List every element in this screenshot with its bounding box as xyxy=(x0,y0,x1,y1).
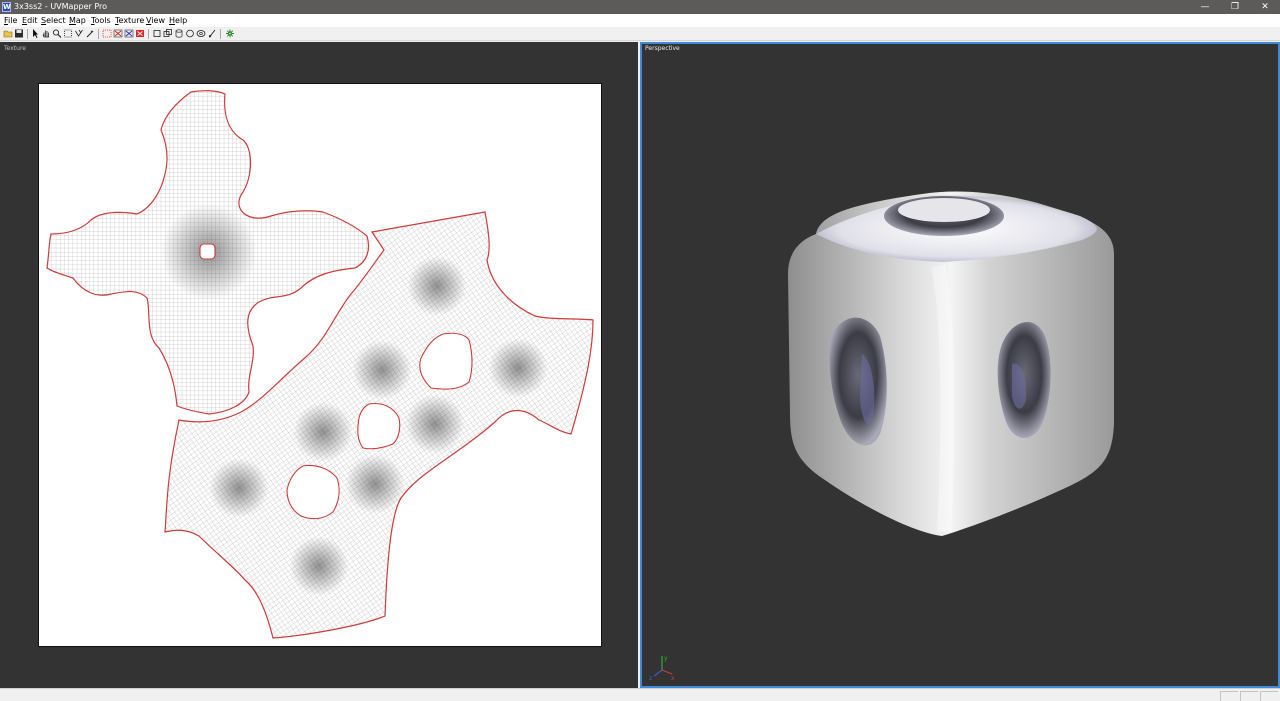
uv-hole xyxy=(357,402,401,450)
select-arrow-button[interactable] xyxy=(30,28,40,39)
open-icon xyxy=(3,30,13,38)
mesh-pole xyxy=(345,454,405,514)
title-bar: W 3x3ss2 - UVMapper Pro — ❐ ✕ xyxy=(0,0,1280,14)
mesh-pole xyxy=(352,340,412,400)
menu-tools-label: ools xyxy=(94,16,111,25)
texture-panel-label: Texture xyxy=(4,45,26,52)
torus-map-button[interactable] xyxy=(196,28,206,39)
status-cell xyxy=(1260,691,1278,701)
texture-panel[interactable]: Texture xyxy=(0,42,638,688)
planar-map-button[interactable] xyxy=(152,28,162,39)
toolbar-separator xyxy=(220,29,221,39)
zoom-icon xyxy=(52,29,62,38)
menu-tools[interactable]: Tools xyxy=(91,15,111,26)
rect-select-icon xyxy=(64,29,72,38)
pan-button[interactable] xyxy=(41,28,51,39)
minimize-button[interactable]: — xyxy=(1190,0,1220,14)
copy-icon xyxy=(163,29,172,37)
menu-edit[interactable]: Edit xyxy=(22,15,38,26)
mesh-pole xyxy=(289,536,349,596)
mesh-pole xyxy=(405,394,465,454)
cylinder-icon xyxy=(175,29,183,38)
menu-select-label: elect xyxy=(46,16,66,25)
menu-map-label: ap xyxy=(75,16,86,25)
marquee-icon xyxy=(102,29,112,38)
sphere-icon xyxy=(186,29,194,38)
menu-map[interactable]: Map xyxy=(69,15,86,26)
magic-wand-button[interactable] xyxy=(85,28,95,39)
menu-texture[interactable]: Texture xyxy=(115,15,144,26)
axis-label-z: z xyxy=(649,675,652,682)
menu-file[interactable]: File xyxy=(4,15,17,26)
3d-model-view[interactable] xyxy=(762,174,1142,554)
marquee-button[interactable] xyxy=(102,28,112,39)
mesh-pole xyxy=(407,256,467,316)
mesh-pole xyxy=(488,338,548,398)
axis-gizmo: y x z xyxy=(649,655,675,682)
open-button[interactable] xyxy=(3,28,13,39)
paint-button[interactable] xyxy=(207,28,217,39)
toolbar-separator xyxy=(27,29,28,39)
menu-edit-label: dit xyxy=(27,16,38,25)
status-cell xyxy=(1220,691,1238,701)
settings-icon xyxy=(226,29,234,38)
menu-help-label: elp xyxy=(175,16,188,25)
hand-icon xyxy=(42,30,49,38)
delete-icon xyxy=(136,30,144,37)
z-axis-line xyxy=(653,669,663,677)
menu-file-label: ile xyxy=(8,16,18,25)
save-icon xyxy=(15,29,23,38)
menu-select[interactable]: Select xyxy=(41,15,66,26)
uv-hole xyxy=(286,464,340,520)
mesh-pole xyxy=(293,402,353,462)
menu-view[interactable]: View xyxy=(146,15,165,26)
app-icon: W xyxy=(2,2,11,12)
brush-icon xyxy=(208,29,216,38)
menu-texture-label: exture xyxy=(118,16,145,25)
delete-button[interactable] xyxy=(135,28,145,39)
deselect-button[interactable] xyxy=(113,28,123,39)
lasso-button[interactable] xyxy=(74,28,84,39)
close-button[interactable]: ✕ xyxy=(1250,0,1280,14)
menu-help[interactable]: Help xyxy=(169,15,187,26)
uv-texture-canvas[interactable] xyxy=(38,83,602,647)
axis-label-x: x xyxy=(671,675,675,682)
torus-icon xyxy=(196,30,206,37)
toolbar-separator xyxy=(148,29,149,39)
x-axis-line xyxy=(661,669,673,675)
status-bar xyxy=(0,688,1280,701)
invert-icon xyxy=(124,29,134,38)
toolbar-separator xyxy=(98,29,99,39)
menu-view-label: iew xyxy=(151,16,165,25)
uv-hole xyxy=(199,243,216,260)
axis-label-y: y xyxy=(664,655,668,662)
deselect-icon xyxy=(113,29,123,38)
perspective-panel-label: Perspective xyxy=(645,45,680,52)
arrow-icon xyxy=(33,29,38,38)
cylinder-map-button[interactable] xyxy=(174,28,184,39)
status-cell xyxy=(1240,691,1258,701)
perspective-panel[interactable]: Perspective y x z xyxy=(640,42,1280,688)
uv-map-svg xyxy=(46,90,594,639)
toolbar xyxy=(0,27,1280,41)
rect-select-button[interactable] xyxy=(63,28,73,39)
square-icon xyxy=(153,30,161,37)
menu-map-hotkey: M xyxy=(69,16,76,25)
magic-wand-icon xyxy=(86,30,94,38)
top-hole-inner xyxy=(898,198,990,222)
menu-bar: File Edit Select Map Tools Texture View … xyxy=(0,14,1280,27)
window-title: 3x3ss2 - UVMapper Pro xyxy=(14,2,108,11)
app-window: W 3x3ss2 - UVMapper Pro — ❐ ✕ File Edit … xyxy=(0,0,1280,701)
mesh-pole xyxy=(209,458,269,518)
invert-button[interactable] xyxy=(124,28,134,39)
sphere-map-button[interactable] xyxy=(185,28,195,39)
restore-button[interactable]: ❐ xyxy=(1220,0,1250,14)
box-map-button[interactable] xyxy=(163,28,173,39)
settings-button[interactable] xyxy=(225,28,235,39)
zoom-button[interactable] xyxy=(52,28,62,39)
save-button[interactable] xyxy=(14,28,24,39)
lasso-icon xyxy=(75,29,83,37)
